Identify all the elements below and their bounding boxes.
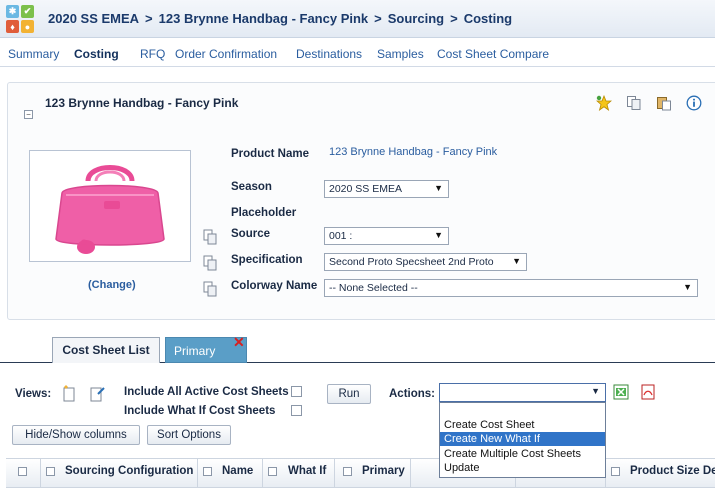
edit-view-icon[interactable] bbox=[89, 385, 106, 402]
action-create-multiple-cost-sheets[interactable]: Create Multiple Cost Sheets bbox=[440, 447, 605, 461]
copy-icon[interactable] bbox=[626, 95, 642, 111]
tab-destinations[interactable]: Destinations bbox=[296, 47, 362, 61]
product-title: 123 Brynne Handbag - Fancy Pink bbox=[45, 96, 239, 110]
dropdown-arrow-icon: ▼ bbox=[683, 282, 692, 292]
tab-order-confirmation[interactable]: Order Confirmation bbox=[175, 47, 277, 61]
breadcrumb-season[interactable]: 2020 SS EMEA bbox=[48, 11, 139, 26]
new-view-icon[interactable] bbox=[61, 385, 78, 402]
tab-summary[interactable]: Summary bbox=[8, 47, 59, 61]
action-create-cost-sheet[interactable]: Create Cost Sheet bbox=[440, 418, 605, 432]
tab-rfq[interactable]: RFQ bbox=[140, 47, 165, 61]
column-divider bbox=[262, 459, 263, 488]
actions-label: Actions: bbox=[389, 388, 435, 400]
include-active-label: Include All Active Cost Sheets bbox=[124, 386, 289, 398]
specification-label: Specification bbox=[231, 254, 303, 266]
placeholder-label: Placeholder bbox=[231, 207, 297, 219]
excel-export-icon[interactable] bbox=[613, 384, 629, 400]
colorway-name-label: Colorway Name bbox=[231, 280, 318, 292]
tab-cost-sheet-compare[interactable]: Cost Sheet Compare bbox=[437, 47, 549, 61]
include-whatif-checkbox[interactable] bbox=[291, 405, 302, 416]
action-update[interactable]: Update bbox=[440, 461, 605, 475]
colorway-select-value: -- None Selected -- bbox=[329, 282, 418, 294]
actions-select[interactable]: ▼ bbox=[439, 383, 606, 402]
product-image bbox=[29, 150, 191, 262]
column-name[interactable]: Name bbox=[222, 465, 253, 477]
season-label: Season bbox=[231, 181, 272, 193]
handbag-image-icon bbox=[55, 165, 165, 254]
source-select-value: 001 : bbox=[329, 230, 353, 242]
product-name-label: Product Name bbox=[231, 148, 309, 160]
column-what-if[interactable]: What If bbox=[288, 465, 326, 477]
column-menu-icon[interactable] bbox=[46, 467, 55, 476]
specification-select-value: Second Proto Specsheet 2nd Proto bbox=[329, 256, 494, 268]
sort-options-button[interactable]: Sort Options bbox=[147, 425, 231, 445]
season-select-value: 2020 SS EMEA bbox=[329, 183, 402, 195]
specification-select[interactable]: Second Proto Specsheet 2nd Proto ▼ bbox=[324, 253, 527, 271]
close-tab-icon[interactable]: ✕ bbox=[233, 334, 245, 351]
actions-dropdown-menu: Create Cost Sheet Create New What If Cre… bbox=[439, 402, 606, 478]
breadcrumb-sourcing[interactable]: Sourcing bbox=[388, 11, 444, 26]
tab-cost-sheet-list[interactable]: Cost Sheet List bbox=[52, 337, 160, 363]
info-icon[interactable] bbox=[686, 95, 702, 111]
column-divider bbox=[40, 459, 41, 488]
change-image-link[interactable]: (Change) bbox=[88, 279, 136, 291]
breadcrumb-separator: > bbox=[450, 11, 458, 26]
tab-samples[interactable]: Samples bbox=[377, 47, 424, 61]
source-document-icon[interactable] bbox=[203, 229, 217, 245]
column-menu-icon[interactable] bbox=[343, 467, 352, 476]
tab-costing[interactable]: Costing bbox=[74, 47, 119, 61]
action-create-new-what-if[interactable]: Create New What If bbox=[440, 432, 605, 446]
collapse-product-panel-icon[interactable]: − bbox=[24, 110, 33, 119]
specification-document-icon[interactable] bbox=[203, 255, 217, 271]
column-divider bbox=[334, 459, 335, 488]
column-menu-icon[interactable] bbox=[268, 467, 277, 476]
app-logo-icon[interactable]: ✱ ✔ ♦ ● bbox=[6, 5, 34, 33]
column-divider bbox=[197, 459, 198, 488]
column-menu-icon[interactable] bbox=[18, 467, 27, 476]
column-primary[interactable]: Primary bbox=[362, 465, 405, 477]
breadcrumb-product[interactable]: 123 Brynne Handbag - Fancy Pink bbox=[159, 11, 369, 26]
colorway-document-icon[interactable] bbox=[203, 281, 217, 297]
column-menu-icon[interactable] bbox=[203, 467, 212, 476]
dropdown-arrow-icon: ▼ bbox=[434, 230, 443, 240]
include-whatif-label: Include What If Cost Sheets bbox=[124, 405, 276, 417]
dropdown-arrow-icon: ▼ bbox=[512, 256, 521, 266]
source-label: Source bbox=[231, 228, 270, 240]
views-label: Views: bbox=[15, 388, 52, 400]
favorite-star-icon[interactable] bbox=[596, 95, 612, 111]
dropdown-arrow-icon: ▼ bbox=[434, 183, 443, 193]
hide-show-columns-button[interactable]: Hide/Show columns bbox=[12, 425, 140, 445]
column-menu-icon[interactable] bbox=[611, 467, 620, 476]
paste-icon[interactable] bbox=[656, 95, 672, 111]
column-sourcing-configuration[interactable]: Sourcing Configuration bbox=[65, 465, 193, 477]
breadcrumb-costing: Costing bbox=[463, 11, 513, 26]
source-select[interactable]: 001 : ▼ bbox=[324, 227, 449, 245]
include-active-checkbox[interactable] bbox=[291, 386, 302, 397]
pdf-export-icon[interactable] bbox=[640, 384, 656, 400]
breadcrumb-separator: > bbox=[374, 11, 382, 26]
column-product-size[interactable]: Product Size De bbox=[630, 465, 715, 477]
breadcrumb: 2020 SS EMEA >123 Brynne Handbag - Fancy … bbox=[48, 11, 512, 26]
season-select[interactable]: 2020 SS EMEA ▼ bbox=[324, 180, 449, 198]
column-divider bbox=[410, 459, 411, 488]
product-name-value: 123 Brynne Handbag - Fancy Pink bbox=[329, 146, 498, 158]
dropdown-arrow-icon: ▼ bbox=[591, 386, 600, 396]
run-button[interactable]: Run bbox=[327, 384, 371, 404]
nav-tab-bar: Summary Costing RFQ Order Confirmation D… bbox=[0, 39, 715, 67]
breadcrumb-separator: > bbox=[145, 11, 153, 26]
colorway-select[interactable]: -- None Selected -- ▼ bbox=[324, 279, 698, 297]
